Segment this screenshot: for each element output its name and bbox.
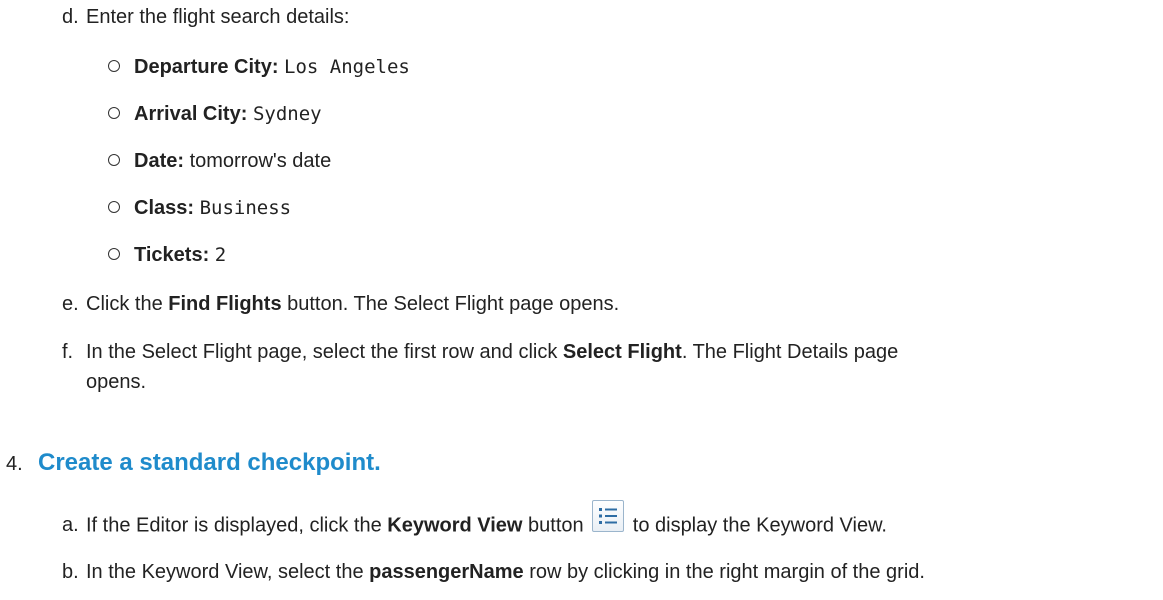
detail-label: Arrival City: bbox=[134, 103, 248, 125]
detail-departure-city: Departure City: Los Angeles bbox=[108, 52, 410, 82]
detail-value: Los Angeles bbox=[284, 56, 410, 78]
step-a: a. If the Editor is displayed, click the … bbox=[62, 500, 887, 542]
select-flight-term: Select Flight bbox=[562, 341, 682, 363]
detail-value: tomorrow's date bbox=[189, 150, 332, 172]
step-letter: a. bbox=[62, 514, 79, 537]
step-text-post: row by clicking in the right margin of t… bbox=[523, 561, 925, 583]
detail-label: Departure City: bbox=[134, 56, 279, 78]
bullet-icon bbox=[108, 153, 120, 166]
detail-label: Tickets: bbox=[134, 244, 210, 266]
step-text-pre: In the Select Flight page, select the fi… bbox=[86, 341, 563, 363]
keyword-view-term: Keyword View bbox=[387, 514, 523, 537]
step-e: e. Click the Find Flights button. The Sel… bbox=[62, 289, 619, 319]
step-text-post: to display the Keyword View. bbox=[627, 514, 887, 537]
step-letter: f. bbox=[62, 341, 74, 363]
bullet-icon bbox=[108, 106, 120, 119]
detail-arrival-city: Arrival City: Sydney bbox=[108, 99, 322, 129]
detail-label: Date: bbox=[134, 150, 185, 172]
section-title: Create a standard checkpoint. bbox=[38, 449, 381, 476]
detail-value: 2 bbox=[214, 244, 227, 266]
step-letter: e. bbox=[62, 293, 79, 315]
step-text-pre: Click the bbox=[86, 293, 169, 315]
step-f: f. In the Select Flight page, select the … bbox=[62, 337, 898, 367]
detail-tickets: Tickets: 2 bbox=[108, 240, 226, 270]
step-text-pre: In the Keyword View, select the bbox=[86, 561, 370, 583]
step-b: b. In the Keyword View, select the passen… bbox=[62, 557, 925, 587]
step-f-continuation: opens. bbox=[86, 371, 147, 393]
bullet-icon bbox=[108, 247, 120, 260]
detail-value: Business bbox=[199, 197, 292, 219]
step-text-mid: button bbox=[522, 514, 590, 537]
bullet-icon bbox=[108, 200, 120, 213]
passenger-name-term: passengerName bbox=[369, 561, 524, 583]
keyword-view-icon bbox=[592, 500, 625, 532]
step-letter: d. bbox=[62, 6, 79, 28]
find-flights-term: Find Flights bbox=[168, 293, 282, 315]
step-letter: b. bbox=[62, 561, 79, 583]
step-d: d. Enter the flight search details: bbox=[62, 2, 349, 32]
step-text: Enter the flight search details: bbox=[86, 6, 350, 28]
detail-value: Sydney bbox=[252, 103, 322, 125]
detail-label: Class: bbox=[134, 197, 195, 219]
detail-date: Date: tomorrow's date bbox=[108, 146, 331, 176]
step-text-post: . The Flight Details page bbox=[681, 341, 899, 363]
detail-class: Class: Business bbox=[108, 193, 291, 223]
section-heading: 4. Create a standard checkpoint. bbox=[6, 446, 381, 481]
document-page: d. Enter the flight search details: Depar… bbox=[0, 0, 1163, 600]
step-text-post: button. The Select Flight page opens. bbox=[281, 293, 620, 315]
bullet-icon bbox=[108, 59, 120, 72]
section-number: 4. bbox=[6, 453, 23, 475]
step-text-pre: If the Editor is displayed, click the bbox=[86, 514, 388, 537]
